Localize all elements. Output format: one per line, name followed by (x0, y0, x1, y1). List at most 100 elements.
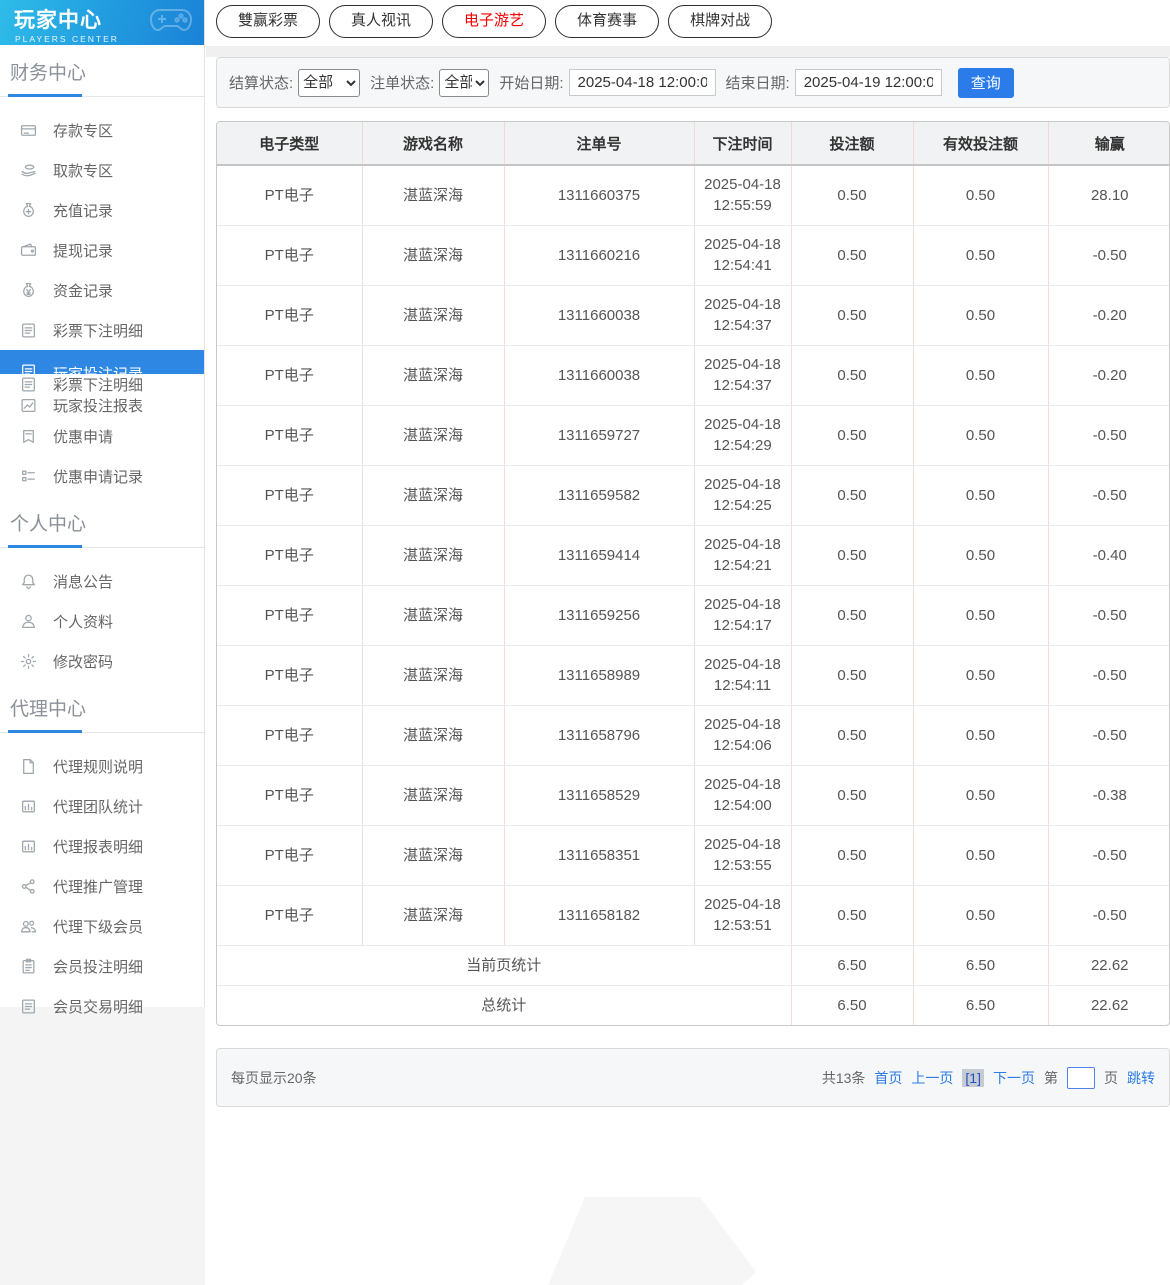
sidebar-item-lottery-bet-details-sub[interactable]: 彩票下注明细 (0, 374, 204, 395)
sidebar-item-label: 存款专区 (53, 120, 113, 141)
sidebar-item-agent-rules[interactable]: 代理规则说明 (0, 746, 204, 786)
sidebar-item-funds-records[interactable]: 资金记录 (0, 270, 204, 310)
document-icon (20, 322, 37, 339)
cell-bet-amount: 6.50 (791, 945, 913, 985)
table-row: PT电子湛蓝深海13116587962025-04-18 12:54:060.5… (217, 705, 1170, 765)
start-date-input[interactable] (569, 69, 716, 96)
cell-win-loss: -0.20 (1048, 285, 1170, 345)
cell-bet-time: 2025-04-18 12:54:00 (694, 765, 791, 825)
end-date-label: 结束日期: (726, 72, 790, 93)
document-icon (20, 376, 37, 393)
column-header: 投注额 (791, 122, 913, 165)
sidebar-item-member-transaction-details[interactable]: 会员交易明细 (0, 986, 204, 1026)
cell-bet-amount: 0.50 (791, 885, 913, 945)
cell-win-loss: -0.50 (1048, 585, 1170, 645)
cell-bet-time: 2025-04-18 12:54:17 (694, 585, 791, 645)
sidebar-nav: 财务中心存款专区取款专区充值记录提现记录资金记录彩票下注明细玩家投注记录彩票下注… (0, 45, 204, 1026)
wallet-icon (20, 242, 37, 259)
section-underline (0, 730, 204, 733)
cell-game-type: PT电子 (217, 405, 362, 465)
cell-game-type: PT电子 (217, 285, 362, 345)
table-row: PT电子湛蓝深海13116583512025-04-18 12:53:550.5… (217, 825, 1170, 885)
sidebar-item-label: 充值记录 (53, 200, 113, 221)
cell-win-loss: -0.20 (1048, 345, 1170, 405)
sidebar-item-player-bet-report[interactable]: 玩家投注报表 (0, 395, 204, 416)
total-count-text: 共13条 (822, 1068, 866, 1088)
money-bag-icon (20, 202, 37, 219)
table-header-row: 电子类型游戏名称注单号下注时间投注额有效投注额输赢 (217, 122, 1170, 165)
cell-bet-amount: 0.50 (791, 705, 913, 765)
cell-valid-bet-amount: 0.50 (913, 285, 1048, 345)
bookmark-icon (20, 428, 37, 445)
sidebar-item-player-bet-records[interactable]: 玩家投注记录 (0, 350, 204, 374)
settle-status-select[interactable]: 全部 (298, 69, 360, 97)
cell-valid-bet-amount: 6.50 (913, 945, 1048, 985)
coin-pouch-icon (20, 282, 37, 299)
cell-win-loss: -0.50 (1048, 405, 1170, 465)
cell-bet-time: 2025-04-18 12:54:11 (694, 645, 791, 705)
page-number-input[interactable] (1067, 1067, 1095, 1089)
sidebar-item-promo-apply[interactable]: 优惠申请 (0, 416, 204, 456)
prev-page-link[interactable]: 上一页 (911, 1068, 953, 1088)
jump-suffix-text: 页 (1104, 1068, 1118, 1088)
sidebar-item-withdraw-records[interactable]: 提现记录 (0, 230, 204, 270)
sidebar-item-profile[interactable]: 个人资料 (0, 601, 204, 641)
end-date-input[interactable] (795, 69, 942, 96)
cell-game-name: 湛蓝深海 (362, 885, 504, 945)
sidebar-item-agent-promotion[interactable]: 代理推广管理 (0, 866, 204, 906)
cell-game-type: PT电子 (217, 705, 362, 765)
sidebar-item-label: 代理报表明细 (53, 836, 143, 857)
cell-bet-amount: 0.50 (791, 645, 913, 705)
file-icon (20, 758, 37, 775)
per-page-text: 每页显示20条 (231, 1068, 317, 1088)
sidebar-item-messages[interactable]: 消息公告 (0, 561, 204, 601)
tab-4[interactable]: 体育赛事 (555, 5, 659, 38)
tab-1[interactable]: 雙赢彩票 (216, 5, 320, 38)
summary-label: 当前页统计 (217, 945, 791, 985)
tab-2[interactable]: 真人视讯 (329, 5, 433, 38)
first-page-link[interactable]: 首页 (874, 1068, 902, 1088)
column-header: 下注时间 (694, 122, 791, 165)
clipboard-icon (20, 958, 37, 975)
sidebar-item-change-password[interactable]: 修改密码 (0, 641, 204, 681)
sidebar-item-promo-apply-records[interactable]: 优惠申请记录 (0, 456, 204, 496)
search-button[interactable]: 查询 (958, 68, 1014, 98)
sidebar-item-label: 代理团队统计 (53, 796, 143, 817)
pager: 共13条 首页 上一页 [1] 下一页 第 页 跳转 (822, 1067, 1155, 1089)
jump-link[interactable]: 跳转 (1127, 1068, 1155, 1088)
cell-game-name: 湛蓝深海 (362, 705, 504, 765)
cell-win-loss: -0.50 (1048, 645, 1170, 705)
cell-bet-time: 2025-04-18 12:54:29 (694, 405, 791, 465)
current-page-indicator[interactable]: [1] (962, 1069, 984, 1087)
start-date-label: 开始日期: (499, 72, 563, 93)
section-underline (0, 545, 204, 548)
tab-5[interactable]: 棋牌对战 (668, 5, 772, 38)
sidebar-item-agent-sub-members[interactable]: 代理下级会员 (0, 906, 204, 946)
sidebar-item-withdraw-area[interactable]: 取款专区 (0, 150, 204, 190)
sidebar-item-label: 玩家投注记录 (53, 363, 143, 374)
sidebar-item-label: 彩票下注明细 (53, 320, 143, 341)
cell-valid-bet-amount: 0.50 (913, 585, 1048, 645)
sidebar-item-agent-team-stats[interactable]: 代理团队统计 (0, 786, 204, 826)
column-header: 注单号 (504, 122, 694, 165)
cell-game-name: 湛蓝深海 (362, 585, 504, 645)
cell-game-type: PT电子 (217, 585, 362, 645)
sidebar-item-recharge-records[interactable]: 充值记录 (0, 190, 204, 230)
next-page-link[interactable]: 下一页 (993, 1068, 1035, 1088)
cell-order-number: 1311659727 (504, 405, 694, 465)
cell-bet-amount: 0.50 (791, 345, 913, 405)
sidebar-item-deposit-area[interactable]: 存款专区 (0, 110, 204, 150)
cell-valid-bet-amount: 0.50 (913, 525, 1048, 585)
cell-valid-bet-amount: 0.50 (913, 885, 1048, 945)
cell-order-number: 1311658989 (504, 645, 694, 705)
sidebar-item-agent-report-details[interactable]: 代理报表明细 (0, 826, 204, 866)
game-category-tabs: 雙赢彩票真人视讯电子游艺体育赛事棋牌对战 (216, 5, 772, 38)
sidebar-item-lottery-bet-details[interactable]: 彩票下注明细 (0, 310, 204, 350)
table-row: PT电子湛蓝深海13116592562025-04-18 12:54:170.5… (217, 585, 1170, 645)
cell-win-loss: -0.40 (1048, 525, 1170, 585)
sidebar-item-member-bet-details[interactable]: 会员投注明细 (0, 946, 204, 986)
tab-3[interactable]: 电子游艺 (442, 5, 546, 38)
cell-order-number: 1311658529 (504, 765, 694, 825)
order-status-select[interactable]: 全部 (439, 69, 489, 97)
cell-game-type: PT电子 (217, 225, 362, 285)
